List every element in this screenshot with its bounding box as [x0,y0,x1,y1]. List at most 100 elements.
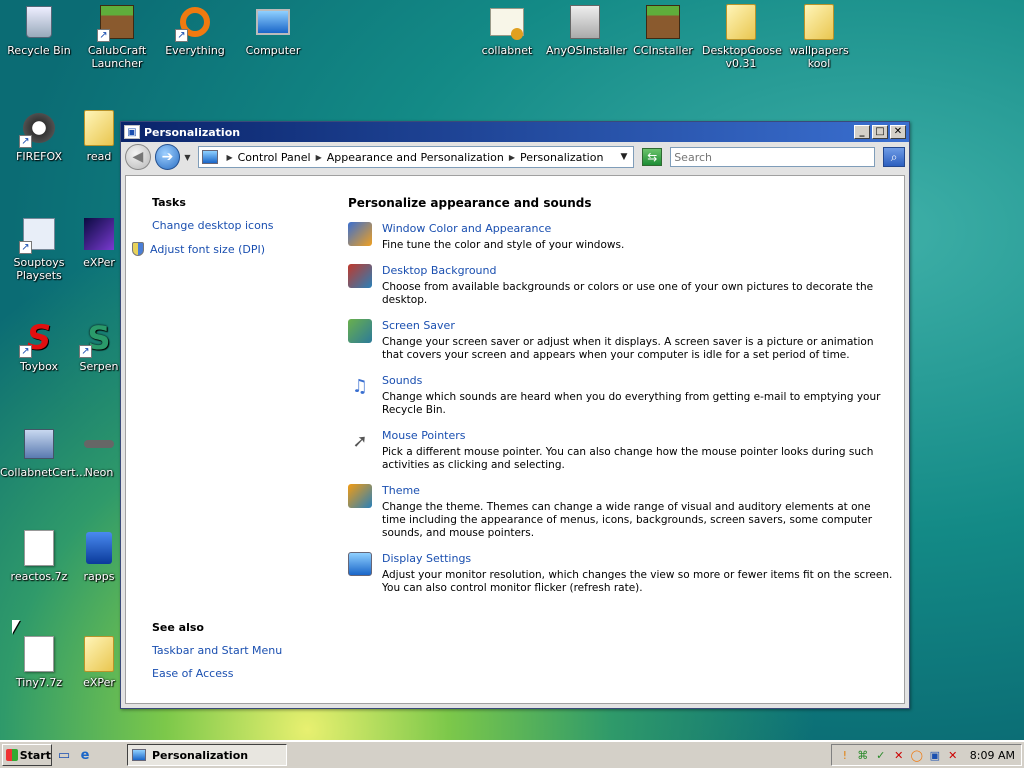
desktop-icon-recycle-bin[interactable]: Recycle Bin [0,4,78,57]
breadcrumb-arrow-icon[interactable]: ▶ [316,153,322,162]
everything-tray-icon[interactable]: ◯ [910,748,924,762]
certificate-shield-icon [21,426,57,462]
display-settings-icon [348,552,372,576]
desktop-icon-collabnet[interactable]: collabnet [468,4,546,57]
desktop-icon-label: eXPer [83,676,115,689]
adjust-font-size-link[interactable]: Adjust font size (DPI) [132,242,326,256]
window-title-bar[interactable]: ▣ Personalization _ □ ✕ [121,122,909,142]
network-status-icon[interactable]: ⌘ [856,748,870,762]
installer-icon [567,4,603,40]
desktop-icon-anyosinstaller[interactable]: AnyOSInstaller [546,4,627,57]
souptoys-icon: ↗ [19,216,57,254]
folder-icon [801,4,837,40]
breadcrumb-arrow-icon[interactable]: ▶ [226,153,232,162]
option-description: Change which sounds are heard when you d… [382,391,881,416]
history-dropdown-icon[interactable]: ▼ [184,153,190,162]
mouse-pointers-link[interactable]: Mouse Pointers [382,429,896,442]
shortcut-arrow-icon: ↗ [175,29,188,42]
taskbar-button-personalization[interactable]: Personalization [127,744,287,766]
breadcrumb-appearance[interactable]: Appearance and Personalization [327,151,504,164]
start-button[interactable]: Start [2,744,52,766]
everything-search-icon: ↗ [175,4,213,42]
desktop-icon-label: eXPer [83,256,115,269]
taskbar: Start ▭ e Personalization ! ⌘ ✓ ✕ ◯ ▣ ✕ … [0,740,1024,768]
display-settings-link[interactable]: Display Settings [382,552,896,565]
control-panel-icon: ▣ [124,125,140,139]
system-tray: ! ⌘ ✓ ✕ ◯ ▣ ✕ 8:09 AM [830,744,1022,766]
folder-icon [81,636,117,672]
file-icon [21,636,57,672]
security-alert-icon[interactable]: ! [838,748,852,762]
certificate-icon [489,4,525,40]
speaker-muted-icon[interactable]: ✕ [946,748,960,762]
option-description: Pick a different mouse pointer. You can … [382,446,874,471]
mouse-pointer-icon: ➚ [352,430,368,452]
desktop-icon-computer[interactable]: Computer [234,4,312,57]
desktop-icon-toybox[interactable]: S ↗ Toybox [0,320,78,373]
desktop-icon-label: Serpen [79,360,119,373]
screen-saver-link[interactable]: Screen Saver [382,319,896,332]
personalization-window[interactable]: ▣ Personalization _ □ ✕ ◀ ➔ ▼ ▶ Control … [120,121,910,709]
desktop-icon-everything[interactable]: ↗ Everything [156,4,234,57]
clock[interactable]: 8:09 AM [970,749,1015,762]
refresh-button[interactable]: ⇆ [642,148,663,166]
desktop-icon-collabnetcert[interactable]: CollabnetCert... [0,426,86,479]
desktop-icon-neon[interactable]: Neon [78,426,120,479]
desktop-icon-tiny7[interactable]: Tiny7.7z [0,636,78,689]
volume-icon[interactable]: ✕ [892,748,906,762]
desktop-icon-desktopgoose[interactable]: DesktopGoose v0.31 [702,4,782,70]
serpent-icon: S ↗ [79,320,117,358]
ease-of-access-link[interactable]: Ease of Access [152,667,282,680]
folder-icon [81,110,117,146]
desktop-icon-calubcraft[interactable]: ↗ CalubCraft Launcher [78,4,156,70]
desktop-icon-serpent[interactable]: S ↗ Serpen [78,320,120,373]
internet-explorer-icon[interactable]: e [76,746,94,764]
desktop-background-link[interactable]: Desktop Background [382,264,896,277]
option-window-color: Window Color and Appearance Fine tune th… [348,222,896,252]
show-desktop-icon[interactable]: ▭ [55,746,73,764]
main-pane: Personalize appearance and sounds Window… [348,196,896,607]
desktop-icon-exper[interactable]: eXPer [78,216,120,269]
search-button[interactable]: ⌕ [883,147,905,167]
breadcrumb-arrow-icon[interactable]: ▶ [509,153,515,162]
desktop-icon-label: Recycle Bin [7,44,71,57]
computer-monitor-icon [255,4,291,40]
change-desktop-icons-link[interactable]: Change desktop icons [152,219,326,232]
network-icon[interactable]: ▣ [928,748,942,762]
address-dropdown-icon[interactable]: ▼ [615,152,634,162]
maximize-button[interactable]: □ [872,125,888,139]
desktop-icon-wallpapers[interactable]: wallpapers kool [780,4,858,70]
desktop-icon-reactos[interactable]: reactos.7z [0,530,78,583]
taskbar-start-menu-link[interactable]: Taskbar and Start Menu [152,644,282,657]
minimize-button[interactable]: _ [854,125,870,139]
shield-check-icon[interactable]: ✓ [874,748,888,762]
breadcrumb-personalization[interactable]: Personalization [520,151,603,164]
toybox-s-icon: S ↗ [19,320,57,358]
desktop-icon-label: collabnet [481,44,533,57]
option-desktop-background: Desktop Background Choose from available… [348,264,896,307]
sounds-link[interactable]: Sounds [382,374,896,387]
option-description: Change your screen saver or adjust when … [382,336,874,361]
close-button[interactable]: ✕ [890,125,906,139]
desktop-icon-label: Toybox [20,360,58,373]
file-icon [21,530,57,566]
desktop-icon-rapps[interactable]: rapps [78,530,120,583]
desktop-icon-firefox[interactable]: ↗ FIREFOX [0,110,78,163]
forward-button[interactable]: ➔ [154,144,181,170]
desktop-icon-souptoys[interactable]: ↗ Souptoys Playsets [0,216,78,282]
address-bar[interactable]: ▶ Control Panel ▶ Appearance and Persona… [198,146,635,168]
option-screen-saver: Screen Saver Change your screen saver or… [348,319,896,362]
tasks-heading: Tasks [152,196,186,209]
shortcut-arrow-icon: ↗ [19,241,32,254]
window-color-link[interactable]: Window Color and Appearance [382,222,896,235]
desktop-icon-read[interactable]: read [78,110,120,163]
desktop-icon-ccinstaller[interactable]: CCInstaller [624,4,702,57]
desktop-icon-label: Computer [245,44,301,57]
breadcrumb-control-panel[interactable]: Control Panel [238,151,311,164]
mouse-cursor-icon [12,620,20,634]
back-button[interactable]: ◀ [125,144,151,170]
search-input[interactable] [670,147,876,167]
theme-link[interactable]: Theme [382,484,896,497]
desktop-icon-exper-2[interactable]: eXPer [78,636,120,689]
shortcut-arrow-icon: ↗ [19,135,32,148]
